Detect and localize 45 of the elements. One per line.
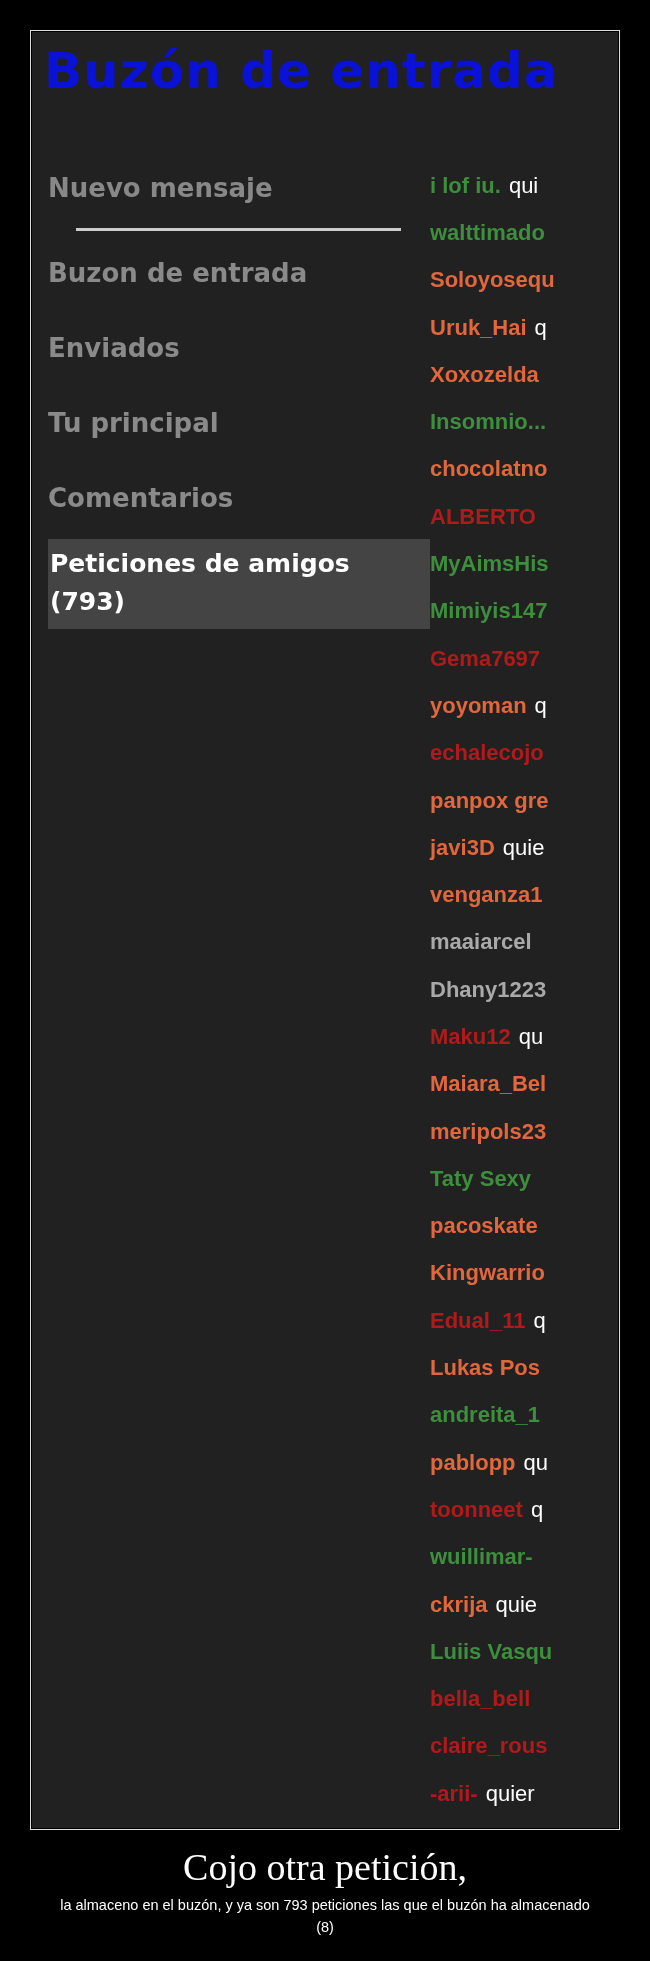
username-link[interactable]: meripols23 (430, 1118, 547, 1145)
username-link[interactable]: Maiara_Bel (430, 1071, 547, 1098)
caption-title: Cojo otra petición, (182, 1845, 468, 1890)
username-link[interactable]: MyAimsHis (430, 551, 549, 577)
username-link[interactable]: Luiis Vasqu (430, 1638, 553, 1665)
request-text: q (534, 314, 547, 341)
sidebar-item[interactable]: Enviados (48, 328, 430, 368)
username-link[interactable]: Lukas Pos (430, 1355, 541, 1382)
username-link[interactable]: wuillimar- (430, 1544, 533, 1571)
username-link[interactable]: yoyoman (430, 692, 527, 719)
request-text: q (533, 1307, 546, 1334)
request-text: quie (495, 1591, 538, 1618)
username-link[interactable]: Xoxozelda (430, 361, 539, 388)
username-link[interactable]: Insomnio... (430, 409, 547, 436)
username-link[interactable]: andreita_1 (430, 1402, 541, 1429)
username-link[interactable]: walttimado (430, 219, 545, 246)
username-link[interactable]: Taty Sexy (430, 1165, 532, 1192)
username-link[interactable]: ckrija (430, 1591, 488, 1618)
username-link[interactable]: chocolatno (430, 456, 548, 483)
username-link[interactable]: Soloyosequ (430, 267, 555, 294)
request-text: qu (523, 1449, 549, 1476)
username-link[interactable]: venganza1 (430, 882, 543, 909)
request-text: q (530, 1496, 544, 1523)
sidebar-item[interactable]: Comentarios (48, 478, 430, 518)
caption-text: la almaceno en el buzón, y ya son 793 peticiones las que el buzón ha almacenado (8) (59, 1896, 591, 1937)
new-message-link[interactable]: Nuevo mensaje (48, 168, 430, 208)
username-link[interactable]: Dhany1223 (430, 976, 547, 1003)
request-text: quier (485, 1780, 535, 1807)
page-title: Buzón de entrada (43, 41, 560, 102)
request-text: quie (502, 834, 545, 861)
request-text: q (534, 692, 547, 719)
sidebar-item[interactable]: Peticiones de amigos (793) (48, 539, 430, 629)
username-link[interactable]: Uruk_Hai (430, 314, 527, 341)
username-link[interactable]: Kingwarrio (430, 1260, 545, 1287)
sidebar-item[interactable]: Buzon de entrada (48, 253, 430, 293)
sidebar-item[interactable]: Tu principal (48, 403, 430, 443)
username-link[interactable]: pacoskate (430, 1213, 538, 1240)
request-text: qui (508, 172, 539, 199)
username-link[interactable]: maaiarcel (430, 929, 532, 956)
request-text: qu (518, 1024, 544, 1050)
username-link[interactable]: javi3D (430, 834, 495, 861)
username-link[interactable]: Mimiyis147 (430, 598, 548, 625)
username-link[interactable]: i lof iu. (430, 172, 501, 199)
username-link[interactable]: pablopp (430, 1449, 516, 1476)
username-link[interactable]: panpox gre (430, 787, 549, 814)
